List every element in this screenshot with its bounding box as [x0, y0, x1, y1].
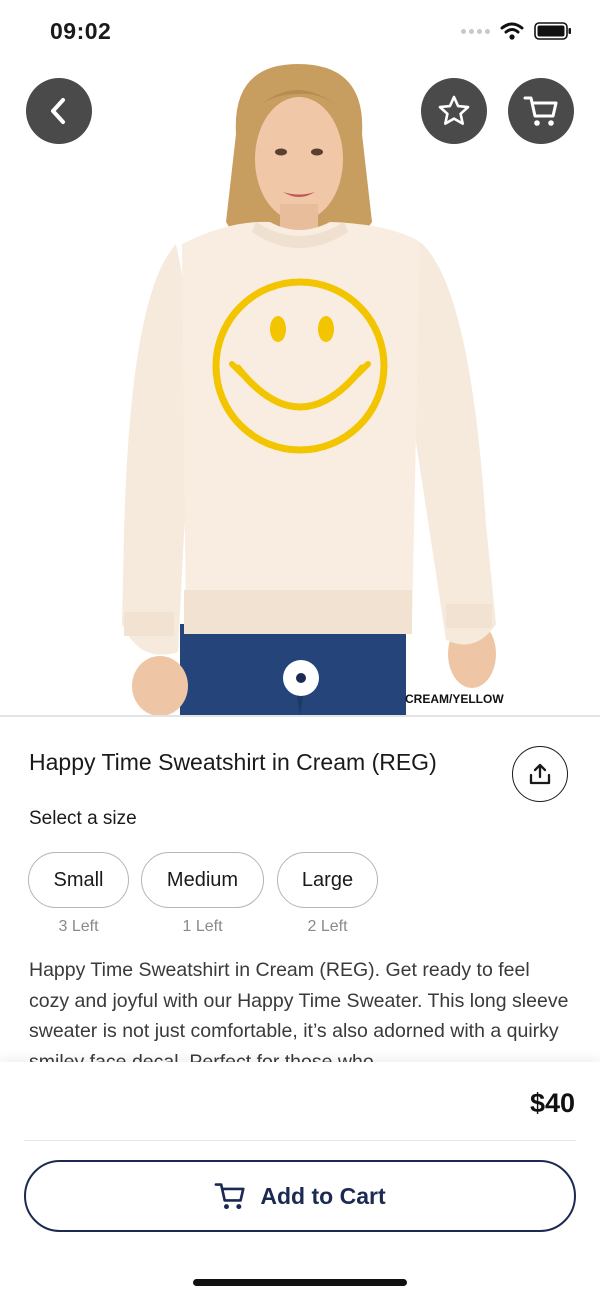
size-option-large[interactable]: Large — [277, 852, 378, 908]
add-to-cart-label: Add to Cart — [260, 1182, 386, 1209]
cart-icon — [523, 96, 558, 126]
stock-medium: 1 Left — [182, 918, 223, 935]
size-option-medium[interactable]: Medium — [141, 852, 264, 908]
image-divider — [0, 715, 600, 717]
product-title: Happy Time Sweatshirt in Cream (REG) — [29, 749, 437, 775]
cart-button[interactable] — [508, 78, 574, 144]
wifi-icon — [500, 22, 524, 40]
back-button[interactable] — [26, 78, 92, 144]
color-label: CREAM/YELLOW — [405, 692, 504, 706]
battery-icon — [534, 22, 571, 40]
cart-icon — [214, 1183, 245, 1210]
chevron-left-icon — [51, 98, 65, 124]
product-image[interactable] — [0, 64, 600, 716]
signal-icon — [461, 28, 490, 34]
stock-small: 3 Left — [58, 918, 99, 935]
status-time: 09:02 — [50, 18, 112, 44]
status-bar: 09:02 — [0, 0, 600, 64]
product-description: Happy Time Sweatshirt in Cream (REG). Ge… — [29, 959, 569, 1063]
stock-large: 2 Left — [307, 918, 348, 935]
status-icons — [461, 22, 572, 40]
price: $40 — [529, 1088, 575, 1118]
share-button[interactable] — [512, 746, 568, 802]
image-page-indicator[interactable] — [283, 660, 319, 696]
star-icon — [438, 95, 470, 125]
size-option-small[interactable]: Small — [28, 852, 129, 908]
share-icon — [529, 763, 551, 785]
size-heading: Select a size — [29, 808, 137, 829]
panel-divider — [24, 1140, 576, 1141]
favorite-button[interactable] — [421, 78, 487, 144]
add-to-cart-button[interactable]: Add to Cart — [24, 1160, 576, 1232]
home-indicator[interactable] — [193, 1279, 407, 1286]
